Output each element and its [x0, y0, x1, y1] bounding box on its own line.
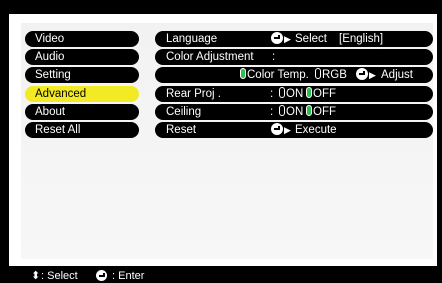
- enter-icon: ▶: [271, 31, 292, 47]
- color-options-action: Adjust: [381, 69, 413, 81]
- radio-unselected-icon: [315, 68, 321, 79]
- rear-proj-sep: :: [270, 88, 274, 100]
- radio-selected-icon: [306, 105, 312, 116]
- language-action: Select: [295, 33, 327, 45]
- row-color-adjustment[interactable]: Color Adjustment :: [155, 49, 433, 65]
- menu-item-setting[interactable]: Setting: [25, 67, 139, 83]
- radio-selected-icon: [240, 68, 246, 79]
- enter-icon: [96, 270, 107, 283]
- radio-selected-icon: [306, 87, 312, 98]
- reset-action: Execute: [295, 124, 337, 136]
- enter-icon: ▶: [271, 122, 292, 138]
- menu-item-about[interactable]: About: [25, 104, 139, 120]
- radio-unselected-icon: [279, 105, 285, 116]
- row-rear-proj[interactable]: Rear Proj . : ON OFF: [155, 86, 433, 102]
- ceiling-on-option[interactable]: ON: [279, 104, 303, 120]
- row-reset[interactable]: Reset ▶ Execute: [155, 122, 433, 138]
- status-enter: : Enter: [112, 270, 145, 282]
- ceiling-sep: :: [270, 106, 274, 118]
- rgb-option[interactable]: RGB: [315, 67, 347, 83]
- language-label: Language: [166, 33, 218, 45]
- language-value: [English]: [339, 33, 384, 45]
- reset-label: Reset: [166, 124, 197, 136]
- enter-icon: ▶: [356, 67, 377, 83]
- rear-proj-label: Rear Proj .: [166, 88, 221, 100]
- row-ceiling[interactable]: Ceiling : ON OFF: [155, 104, 433, 120]
- menu-item-video[interactable]: Video: [25, 31, 139, 47]
- color-adjustment-label: Color Adjustment: [166, 51, 254, 63]
- menu-item-reset-all[interactable]: Reset All: [25, 122, 139, 138]
- status-bar: ⬍ : Select : Enter: [0, 270, 442, 283]
- row-language[interactable]: Language ▶ Select [English]: [155, 31, 433, 47]
- ceiling-label: Ceiling: [166, 106, 202, 118]
- radio-unselected-icon: [279, 87, 285, 98]
- status-select: : Select: [41, 270, 78, 282]
- up-down-icon: ⬍: [31, 270, 41, 282]
- row-color-options[interactable]: Color Temp. RGB ▶ Adjust: [155, 67, 433, 83]
- rear-proj-off-option[interactable]: OFF: [306, 86, 336, 102]
- ceiling-off-option[interactable]: OFF: [306, 104, 336, 120]
- rear-proj-on-option[interactable]: ON: [279, 86, 303, 102]
- menu-item-audio[interactable]: Audio: [25, 49, 139, 65]
- menu-item-advanced[interactable]: Advanced: [25, 86, 139, 102]
- color-adjustment-sep: :: [272, 51, 276, 63]
- color-temp-option[interactable]: Color Temp.: [240, 67, 309, 83]
